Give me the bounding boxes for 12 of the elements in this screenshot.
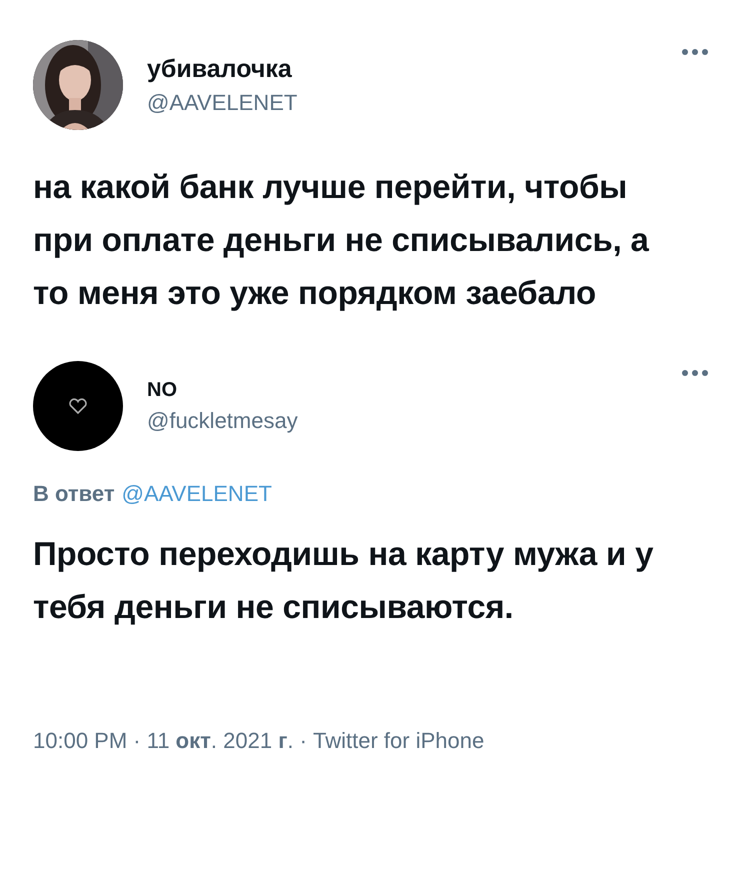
author-name: убивалочка — [147, 54, 293, 84]
author-handle: @fuckletmesay — [147, 408, 298, 434]
tweet-text: на какой банк лучше перейти, чтобы при оплате деньги не списывались, а то меня это уже порядком заебало — [33, 167, 650, 313]
reply-text: Просто переходишь на карту мужа и у тебя деньги не списываются. — [33, 534, 654, 627]
heart-icon — [68, 398, 88, 414]
mention-link[interactable]: @AAVELENET — [122, 481, 272, 507]
author-handle: @AAVELENET — [147, 90, 298, 116]
more-icon[interactable] — [681, 48, 709, 56]
author-name: NO — [147, 378, 178, 402]
more-icon[interactable] — [681, 369, 709, 377]
tweet-meta: 10:00 PM · 11 окт. 2021 г. · Twitter for iPhone — [33, 728, 486, 754]
reply-label: В ответ — [33, 481, 115, 507]
